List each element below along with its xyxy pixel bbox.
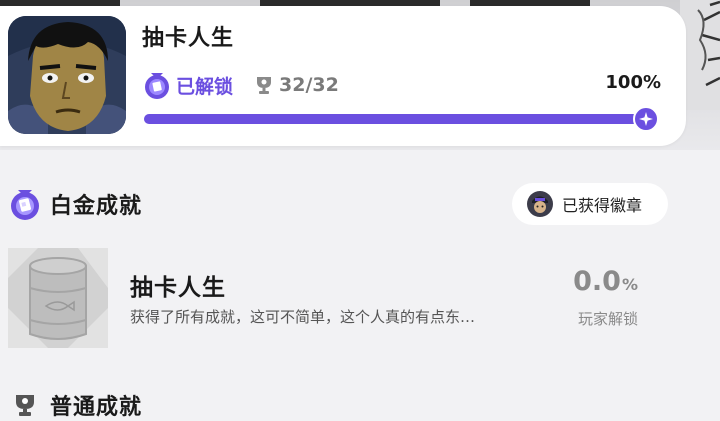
trophy-count: 32/32 (279, 74, 339, 96)
unlock-status-row: 已解锁 32/32 (142, 68, 339, 102)
unlock-rate-unit: % (621, 275, 638, 294)
achievement-title: 抽卡人生 (130, 275, 226, 301)
trophy-icon (16, 395, 34, 416)
badge-avatar-icon (527, 191, 553, 217)
game-title: 抽卡人生 (142, 26, 235, 51)
unlock-rate-label: 玩家解锁 (577, 310, 638, 328)
game-cover-image (8, 16, 126, 134)
unlock-status-label: 已解锁 (176, 75, 234, 98)
background-art (680, 0, 720, 110)
progress-percent: 100% (605, 72, 661, 93)
platinum-section-header: 白金成就 (8, 184, 142, 224)
unlock-rate-value: 0.0 (573, 266, 621, 297)
earned-badge-button[interactable]: 已获得徽章 (512, 183, 668, 225)
unlock-medal-icon (145, 73, 169, 99)
progress-bar (144, 106, 659, 132)
earned-badge-label: 已获得徽章 (562, 196, 643, 215)
progress-sparkle-icon (633, 106, 659, 132)
game-card[interactable]: 抽卡人生 已解锁 32/32 100% (0, 6, 686, 146)
unlock-rate: 0.0 % (573, 266, 638, 297)
achievement-description: 获得了所有成就，这可不简单，这个人真的有点东… (130, 308, 476, 326)
normal-section-title: 普通成就 (50, 395, 143, 420)
achievement-image (8, 248, 108, 348)
achievement-row[interactable]: 抽卡人生 获得了所有成就，这可不简单，这个人真的有点东… 0.0 % 玩家解锁 (0, 240, 700, 352)
platinum-section-title: 白金成就 (50, 194, 143, 219)
platinum-medal-icon (11, 190, 39, 220)
normal-section-header: 普通成就 (14, 390, 142, 420)
trophy-icon (257, 77, 272, 94)
progress-bar-fill (144, 114, 650, 124)
